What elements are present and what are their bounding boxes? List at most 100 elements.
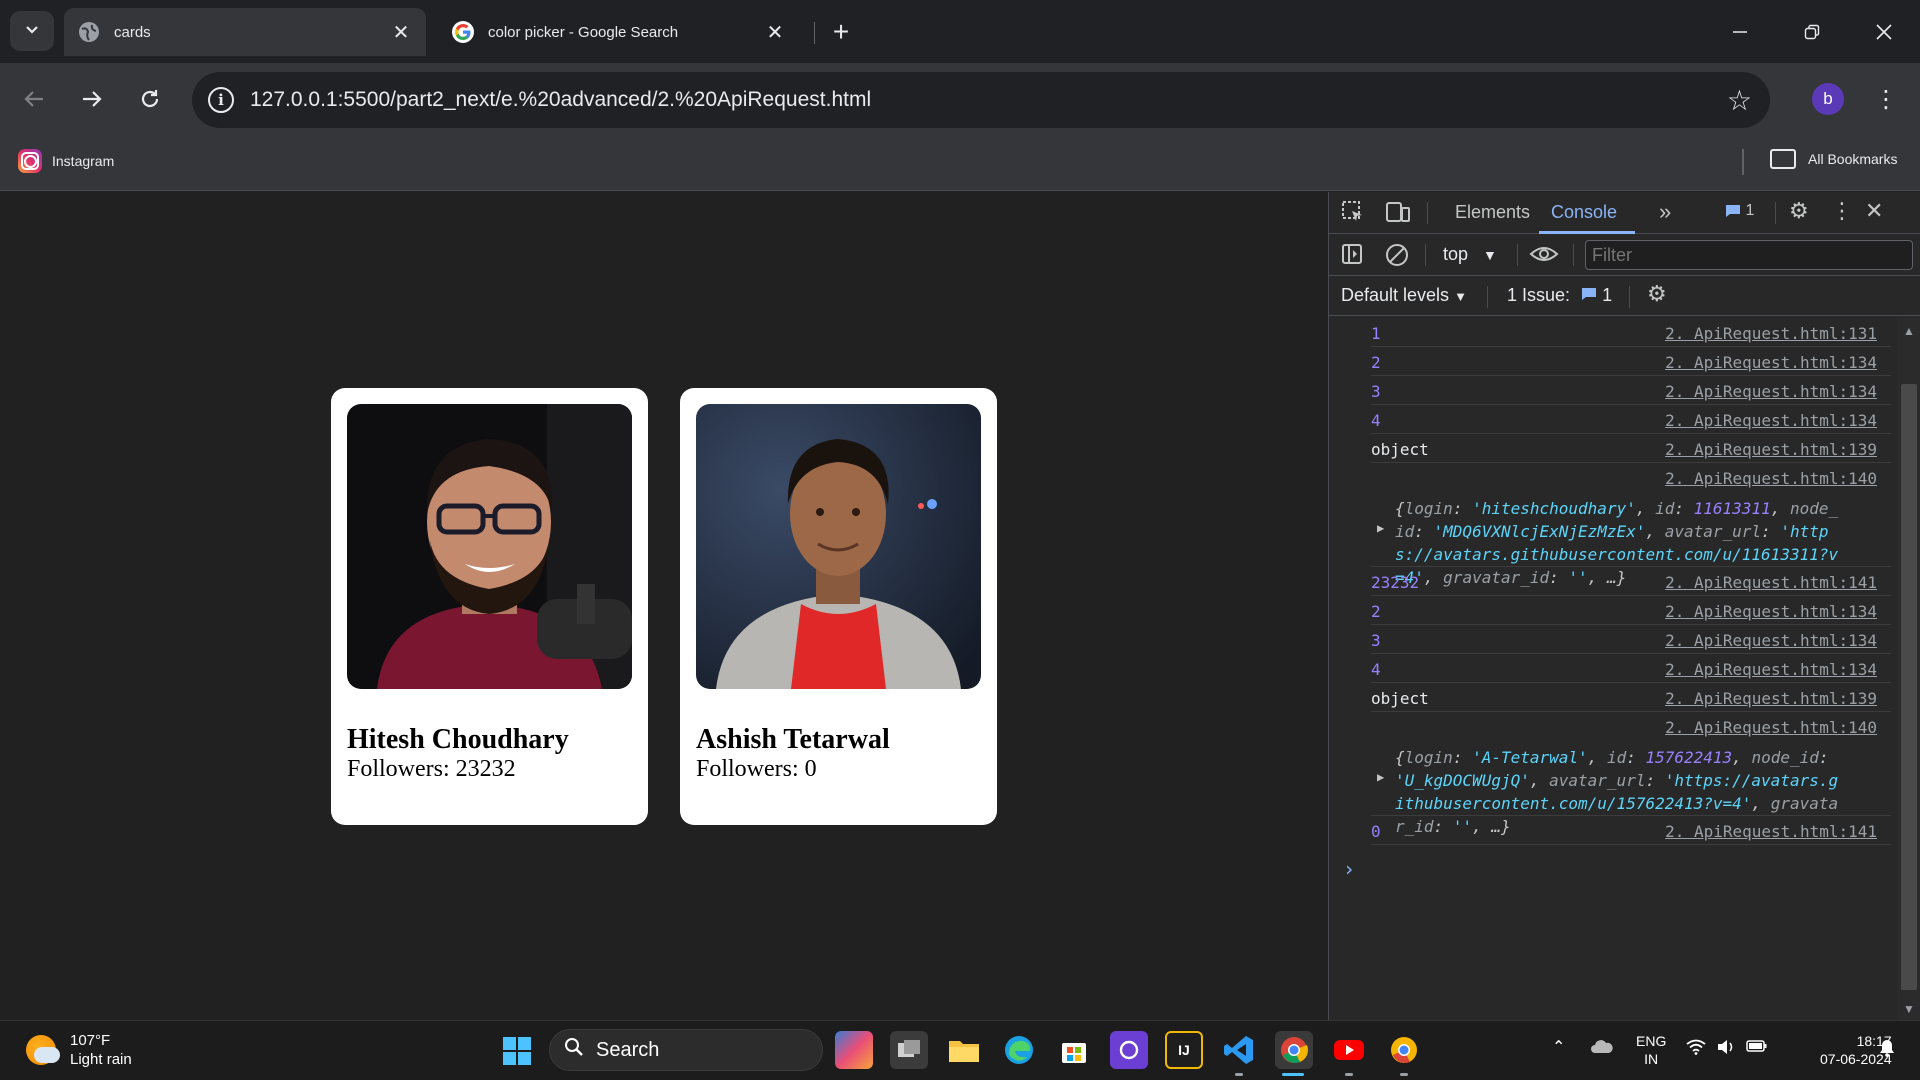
all-bookmarks-button[interactable]: All Bookmarks <box>1770 149 1897 169</box>
tab-search-button[interactable] <box>10 11 54 51</box>
issues-button[interactable]: 1 Issue: 1 <box>1507 285 1612 306</box>
console-toolbar: top ▼ <box>1329 234 1920 276</box>
reload-icon[interactable] <box>130 79 170 119</box>
messages-badge[interactable]: 1 <box>1725 202 1754 220</box>
tab-elements[interactable]: Elements <box>1455 202 1530 223</box>
dropdown-arrow-icon: ▼ <box>1483 247 1497 263</box>
context-selector[interactable]: top ▼ <box>1443 244 1497 265</box>
console-log-row: 4 2. ApiRequest.html:134 <box>1371 405 1891 434</box>
volume-icon[interactable] <box>1716 1038 1736 1060</box>
scroll-up-arrow-icon[interactable]: ▲ <box>1903 324 1915 338</box>
console-source-link[interactable]: 2. ApiRequest.html:134 <box>1665 660 1877 679</box>
site-info-icon[interactable]: i <box>208 87 234 113</box>
console-log-message: 2 <box>1371 353 1381 372</box>
tray-overflow-chevron-icon[interactable]: ⌃ <box>1552 1039 1565 1057</box>
file-explorer-icon[interactable] <box>945 1031 983 1069</box>
start-windows-icon[interactable] <box>503 1037 531 1065</box>
browser-menu-icon[interactable]: ⋮ <box>1872 79 1900 119</box>
inspect-element-icon[interactable] <box>1341 200 1365 230</box>
avatar-photo <box>347 404 632 689</box>
console-output: 1 2. ApiRequest.html:131 2 2. ApiRequest.ht… <box>1329 318 1897 1020</box>
close-tab-icon[interactable]: ✕ <box>390 21 412 44</box>
chrome-icon[interactable] <box>1275 1031 1313 1069</box>
language-indicator[interactable]: ENG IN <box>1636 1032 1666 1068</box>
devtools-menu-icon[interactable]: ⋮ <box>1831 198 1853 224</box>
object-value: 157622413 <box>1645 748 1733 767</box>
tab-color-picker[interactable]: color picker - Google Search ✕ <box>438 8 800 56</box>
console-source-link[interactable]: 2. ApiRequest.html:139 <box>1665 440 1877 459</box>
live-expression-eye-icon[interactable] <box>1529 242 1559 272</box>
url-text[interactable]: 127.0.0.1:5500/part2_next/e.%20advanced/… <box>250 88 1727 112</box>
running-indicator <box>1400 1073 1408 1076</box>
bookmarks-bar: Instagram All Bookmarks <box>0 135 1920 191</box>
avatar-photo <box>696 404 981 689</box>
expand-triangle-icon[interactable]: ▶ <box>1377 770 1384 784</box>
console-source-link[interactable]: 2. ApiRequest.html:140 <box>1665 469 1877 488</box>
device-toolbar-icon[interactable] <box>1385 200 1411 230</box>
photos-app-icon[interactable] <box>1110 1031 1148 1069</box>
console-source-link[interactable]: 2. ApiRequest.html:141 <box>1665 822 1877 841</box>
user-name: Ashish Tetarwal <box>696 724 890 755</box>
minimize-icon[interactable] <box>1704 0 1776 63</box>
console-log-message: 4 <box>1371 411 1381 430</box>
clear-console-icon[interactable] <box>1385 243 1409 273</box>
console-log-message: 2 <box>1371 602 1381 621</box>
window-close-icon[interactable] <box>1848 0 1920 63</box>
console-filter-input[interactable] <box>1585 240 1913 270</box>
wifi-icon[interactable] <box>1686 1039 1706 1059</box>
settings-gear-icon[interactable]: ⚙ <box>1789 198 1809 224</box>
log-levels-label: Default levels <box>1341 285 1450 305</box>
forward-arrow-icon[interactable] <box>72 79 112 119</box>
chrome-canary-icon[interactable] <box>1385 1031 1423 1069</box>
sidebar-toggle-icon[interactable] <box>1341 243 1363 271</box>
edge-icon[interactable] <box>1000 1031 1038 1069</box>
more-tabs-icon[interactable]: » <box>1659 199 1671 225</box>
bookmark-star-icon[interactable]: ☆ <box>1727 84 1752 117</box>
console-source-link[interactable]: 2. ApiRequest.html:140 <box>1665 718 1877 737</box>
console-source-link[interactable]: 2. ApiRequest.html:134 <box>1665 411 1877 430</box>
tab-console[interactable]: Console <box>1551 202 1617 223</box>
object-value: 'A-Tetarwal' <box>1472 748 1588 767</box>
console-source-link[interactable]: 2. ApiRequest.html:131 <box>1665 324 1877 343</box>
weather-widget[interactable]: 107°F Light rain <box>26 1031 132 1069</box>
console-source-link[interactable]: 2. ApiRequest.html:134 <box>1665 631 1877 650</box>
console-settings-icon[interactable]: ⚙ <box>1647 281 1667 307</box>
console-scrollbar[interactable]: ▲ ▼ <box>1897 318 1920 1020</box>
profile-avatar[interactable]: b <box>1812 83 1844 115</box>
bookmark-instagram[interactable]: Instagram <box>18 149 114 173</box>
expand-triangle-icon[interactable]: ▶ <box>1377 521 1384 535</box>
issues-count: 1 <box>1602 285 1613 305</box>
address-bar[interactable]: i 127.0.0.1:5500/part2_next/e.%20advance… <box>192 72 1770 128</box>
copilot-icon[interactable] <box>835 1031 873 1069</box>
scroll-down-arrow-icon[interactable]: ▼ <box>1903 1002 1915 1016</box>
close-devtools-icon[interactable]: ✕ <box>1865 198 1883 224</box>
new-tab-button[interactable]: + <box>825 14 857 50</box>
restore-icon[interactable] <box>1776 0 1848 63</box>
console-source-link[interactable]: 2. ApiRequest.html:134 <box>1665 353 1877 372</box>
user-name: Hitesh Choudhary <box>347 724 569 755</box>
taskbar-search[interactable]: Search <box>549 1029 823 1071</box>
console-log-row: 2. ApiRequest.html:140 ▶ {login: 'A-Tetarw… <box>1371 712 1891 836</box>
onedrive-icon[interactable] <box>1590 1037 1614 1059</box>
microsoft-store-icon[interactable] <box>1055 1031 1093 1069</box>
console-log-row: 2 2. ApiRequest.html:134 <box>1371 596 1891 625</box>
battery-icon[interactable] <box>1746 1038 1768 1058</box>
console-source-link[interactable]: 2. ApiRequest.html:139 <box>1665 689 1877 708</box>
notification-bell-icon[interactable] <box>1878 1039 1896 1061</box>
jetbrains-icon[interactable]: IJ <box>1165 1031 1203 1069</box>
search-label: Search <box>596 1038 660 1061</box>
close-tab-icon[interactable]: ✕ <box>764 21 786 44</box>
youtube-icon[interactable] <box>1330 1031 1368 1069</box>
back-arrow-icon[interactable] <box>14 79 54 119</box>
scrollbar-thumb[interactable] <box>1901 384 1917 990</box>
search-icon <box>564 1037 584 1063</box>
tab-cards[interactable]: cards ✕ <box>64 8 426 56</box>
console-source-link[interactable]: 2. ApiRequest.html:141 <box>1665 573 1877 592</box>
console-source-link[interactable]: 2. ApiRequest.html:134 <box>1665 602 1877 621</box>
log-levels-dropdown[interactable]: Default levels ▼ <box>1341 285 1467 306</box>
vscode-icon[interactable] <box>1220 1031 1258 1069</box>
task-view-icon[interactable] <box>890 1031 928 1069</box>
console-source-link[interactable]: 2. ApiRequest.html:134 <box>1665 382 1877 401</box>
console-log-message: 23232 <box>1371 573 1420 592</box>
console-prompt-icon[interactable]: › <box>1343 857 1355 881</box>
